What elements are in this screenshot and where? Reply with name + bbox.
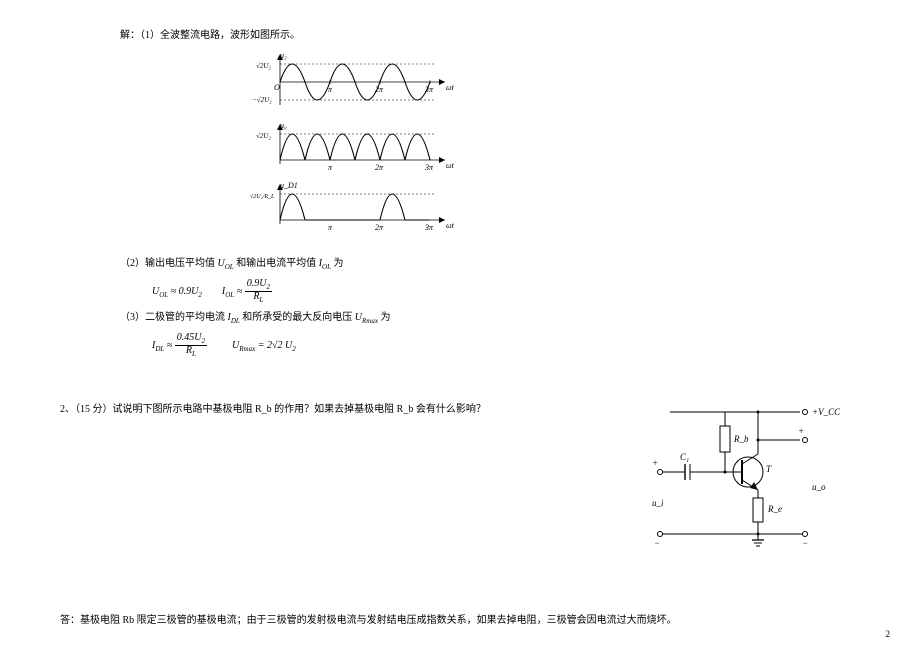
svg-text:u_i: u_i [652, 498, 664, 508]
page-number: 2 [886, 629, 891, 639]
svg-text:3π: 3π [424, 163, 434, 172]
svg-text:ωt: ωt [446, 221, 455, 230]
svg-text:+V_CC: +V_CC [812, 407, 840, 417]
svg-text:π: π [328, 163, 333, 172]
svg-text:u_o: u_o [812, 482, 826, 492]
svg-text:C₁: C₁ [680, 452, 689, 462]
question2-text: 2、（15 分）试说明下图所示电路中基极电阻 R_b 的作用？如果去掉基极电阻 … [60, 402, 610, 418]
svg-text:R_b: R_b [733, 434, 749, 444]
equation-2: UOL ≈ 0.9U2 IOL ≈ 0.9U2RL [152, 279, 860, 304]
svg-text:+: + [798, 426, 804, 436]
svg-text:O: O [274, 83, 280, 92]
svg-text:ωt: ωt [446, 161, 455, 170]
svg-text:3π: 3π [424, 223, 434, 232]
svg-text:2π: 2π [375, 85, 384, 94]
answer1-line3: （3）二极管的平均电流 IDL 和所承受的最大反向电压 URmax 为 [120, 310, 860, 327]
svg-text:ωt: ωt [446, 83, 455, 92]
wave1-peakneg: −√2U₂ [252, 96, 272, 104]
svg-text:3π: 3π [424, 85, 434, 94]
answer1-line1: 解：（1）全波整流电路，波形如图所示。 [120, 28, 860, 44]
svg-text:2π: 2π [375, 223, 384, 232]
wave3-peak: √2U₂/R_L [250, 193, 275, 200]
svg-text:+: + [652, 458, 658, 468]
waveform-figures: u₂ √2U₂ −√2U₂ O π 2π 3π ωt [250, 50, 860, 248]
svg-text:−: − [802, 538, 808, 548]
svg-text:2π: 2π [375, 163, 384, 172]
svg-text:T: T [766, 464, 772, 474]
svg-text:π: π [328, 85, 333, 94]
wave3-ylabel: u_D1 [280, 181, 298, 190]
answer2-text: 答：基极电阻 Rb 限定三极管的基极电流；由于三极管的发射极电流与发射结电压成指… [60, 613, 860, 629]
circuit-diagram: +V_CC R_b + C₁ [610, 400, 860, 553]
svg-text:−: − [654, 538, 660, 548]
wave1-peakpos: √2U₂ [256, 62, 271, 70]
equation-3: IDL ≈ 0.45U2RL URmax = 2√2 U2 [152, 333, 860, 358]
svg-text:R_e: R_e [767, 504, 782, 514]
wave2-peak: √2U₂ [256, 132, 271, 140]
answer1-line2: （2）输出电压平均值 UOL 和输出电流平均值 IOL 为 [120, 256, 860, 273]
svg-text:π: π [328, 223, 333, 232]
